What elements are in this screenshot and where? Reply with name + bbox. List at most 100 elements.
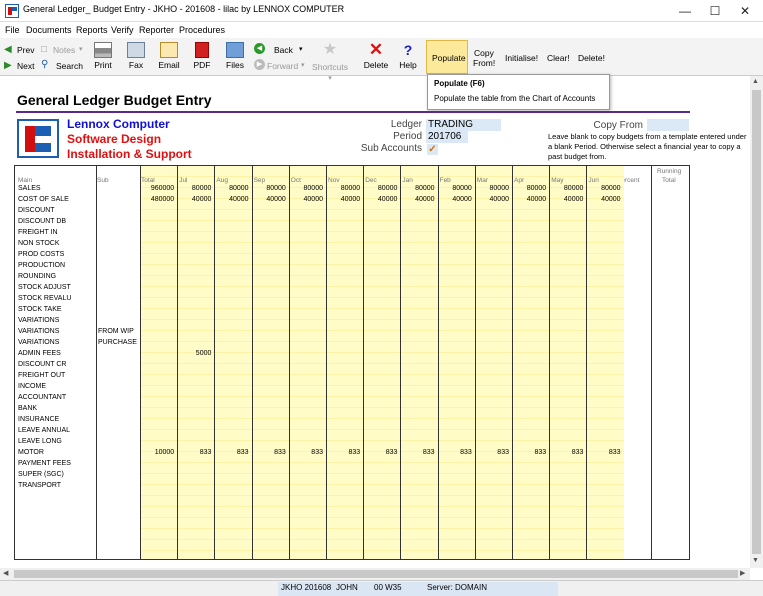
vertical-scroll-thumb[interactable] [752,90,761,554]
row-main-account: ACCOUNTANT [18,394,67,401]
row-month-cell[interactable]: 5000 [177,350,212,357]
row-month-cell[interactable]: 833 [586,449,621,456]
row-total-cell[interactable]: 960000 [140,185,174,192]
row-month-cell[interactable]: 80000 [326,185,360,192]
row-main-account: STOCK TAKE [18,306,62,313]
tooltip-body: Populate the table from the Chart of Acc… [434,94,596,103]
row-month-cell[interactable]: 833 [289,449,323,456]
delete-button[interactable]: ✕ Delete [362,40,390,70]
row-month-cell[interactable]: 80000 [400,185,434,192]
row-month-cell[interactable]: 40000 [400,196,434,203]
initialise-button[interactable]: Initialise! [505,53,538,63]
header-month: Aug [216,177,228,184]
row-month-cell[interactable]: 40000 [326,196,360,203]
row-month-cell[interactable]: 833 [438,449,472,456]
month-column [251,166,289,559]
fax-icon [127,42,145,58]
header-month: Jan [402,177,413,184]
month-column [363,166,401,559]
copy-from-button-line2[interactable]: From! [473,58,495,68]
menu-reports[interactable]: Reports [76,25,108,35]
help-button[interactable]: ? Help [396,42,420,70]
row-month-cell[interactable]: 80000 [475,185,509,192]
row-month-cell[interactable]: 80000 [252,185,285,192]
row-month-cell[interactable]: 40000 [252,196,285,203]
next-button[interactable]: Next [17,61,34,71]
notes-button[interactable]: Notes [53,45,75,55]
row-month-cell[interactable]: 833 [177,449,212,456]
row-month-cell[interactable]: 833 [252,449,286,456]
delete-all-button[interactable]: Delete! [578,53,605,63]
scroll-left-icon[interactable]: ◀ [3,569,8,577]
email-button[interactable]: Email [156,42,182,70]
scroll-down-icon[interactable]: ▼ [752,557,759,564]
row-month-cell[interactable]: 40000 [512,196,546,203]
period-field[interactable]: 201706 [426,131,468,143]
row-month-cell[interactable]: 40000 [177,196,211,203]
menu-procedures[interactable]: Procedures [179,25,225,35]
forward-dropdown-icon[interactable]: ▾ [301,61,305,69]
row-month-cell[interactable]: 40000 [586,196,620,203]
row-month-cell[interactable]: 40000 [363,196,397,203]
period-label: Period [393,131,422,142]
pdf-button[interactable]: PDF [190,42,214,70]
copy-from-field[interactable] [647,119,689,131]
scroll-up-icon[interactable]: ▲ [752,78,759,85]
maximize-button[interactable]: ☐ [700,0,730,22]
row-main-account: VARIATIONS [18,339,60,346]
horizontal-scrollbar[interactable]: ◀ ▶ [0,568,750,580]
row-month-cell[interactable]: 833 [549,449,584,456]
sub-accounts-checkbox[interactable]: ✓ [427,144,438,155]
row-total-cell[interactable]: 10000 [140,449,174,456]
ledger-field[interactable]: TRADING [426,119,501,131]
row-month-cell[interactable]: 80000 [549,185,583,192]
row-month-cell[interactable]: 80000 [438,185,471,192]
clear-button[interactable]: Clear! [547,53,570,63]
row-month-cell[interactable]: 833 [326,449,361,456]
menu-documents[interactable]: Documents [26,25,72,35]
notes-dropdown-icon[interactable]: ▾ [79,45,83,53]
row-month-cell[interactable]: 80000 [363,185,397,192]
row-month-cell[interactable]: 833 [400,449,435,456]
row-month-cell[interactable]: 80000 [214,185,248,192]
ledger-label: Ledger [390,119,422,130]
shortcuts-button[interactable]: ★ Shortcuts ▾ [311,42,349,83]
search-button[interactable]: Search [56,61,83,71]
copy-from-button[interactable]: Copy [474,48,494,58]
back-dropdown-icon[interactable]: ▾ [299,45,303,53]
print-button[interactable]: Print [91,42,115,70]
row-month-cell[interactable]: 833 [512,449,547,456]
row-month-cell[interactable]: 80000 [177,185,211,192]
window-title: General Ledger_ Budget Entry - JKHO - 20… [23,4,345,14]
row-month-cell[interactable]: 80000 [512,185,546,192]
prev-button[interactable]: Prev [17,45,34,55]
status-terminal: 00 W35 [374,583,402,592]
delete-x-icon: ✕ [368,40,384,59]
row-month-cell[interactable]: 40000 [438,196,471,203]
row-month-cell[interactable]: 40000 [214,196,248,203]
files-button[interactable]: Files [223,42,247,70]
row-month-cell[interactable]: 833 [363,449,398,456]
row-month-cell[interactable]: 833 [214,449,249,456]
close-button[interactable]: ✕ [730,0,760,22]
vertical-scrollbar[interactable]: ▲ ▼ [750,76,763,568]
row-main-account: FREIGHT OUT [18,372,66,379]
menu-reporter[interactable]: Reporter [139,25,174,35]
forward-button[interactable]: Forward [267,61,298,71]
row-month-cell[interactable]: 40000 [475,196,509,203]
back-button[interactable]: Back [274,45,293,55]
fax-button[interactable]: Fax [124,42,148,70]
row-total-cell[interactable]: 480000 [140,196,174,203]
row-month-cell[interactable]: 80000 [586,185,620,192]
row-month-cell[interactable]: 40000 [289,196,323,203]
row-month-cell[interactable]: 833 [475,449,509,456]
row-month-cell[interactable]: 40000 [549,196,583,203]
horizontal-scroll-thumb[interactable] [14,570,738,578]
menu-file[interactable]: File [5,25,20,35]
month-column [586,166,624,559]
scroll-right-icon[interactable]: ▶ [740,569,745,577]
minimize-button[interactable]: — [670,0,700,22]
menu-verify[interactable]: Verify [111,25,134,35]
row-main-account: DISCOUNT CR [18,361,67,368]
row-month-cell[interactable]: 80000 [289,185,323,192]
